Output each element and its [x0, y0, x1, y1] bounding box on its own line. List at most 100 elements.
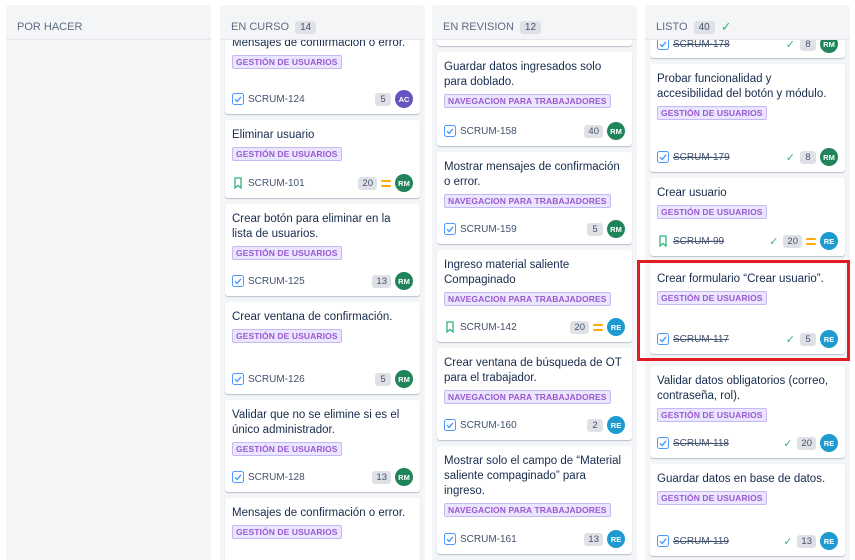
story-points: 20 — [358, 176, 377, 190]
column-header[interactable]: EN CURSO 14 — [220, 5, 425, 40]
issue-card[interactable]: Crear ventana de confirmación. GESTIÓN D… — [225, 302, 420, 394]
issue-key[interactable]: SCRUM-158 — [460, 126, 584, 137]
issue-key[interactable]: SCRUM-159 — [460, 224, 587, 235]
issue-key[interactable]: SCRUM-124 — [248, 94, 375, 105]
issue-key[interactable]: SCRUM-178 — [673, 40, 786, 50]
story-bookmark-icon — [232, 177, 244, 189]
assignee-avatar[interactable]: RE — [820, 434, 838, 452]
story-points: 20 — [783, 234, 802, 248]
task-checkbox-icon — [657, 437, 669, 449]
assignee-avatar[interactable]: RM — [607, 220, 625, 238]
story-bookmark-icon — [657, 235, 669, 247]
issue-card[interactable]: Probar funcionalidad y accesibilidad del… — [650, 64, 845, 172]
issue-card[interactable]: Mostrar mensajes de confirmación o error… — [437, 152, 632, 244]
issue-card[interactable]: Mostrar solo el campo de “Material salie… — [437, 446, 632, 554]
epic-tag: GESTIÓN DE USUARIOS — [657, 408, 767, 422]
story-points: 8 — [800, 40, 816, 51]
assignee-avatar[interactable]: RM — [820, 148, 838, 166]
issue-card[interactable]: Validar que no se elimine si es el único… — [225, 400, 420, 492]
priority-medium-icon — [381, 179, 391, 187]
issue-key[interactable]: SCRUM-126 — [248, 374, 375, 385]
assignee-avatar[interactable]: RE — [820, 330, 838, 348]
issue-title: Mensajes de confirmación o error. — [232, 507, 406, 519]
task-checkbox-icon — [657, 535, 669, 547]
issue-title: Crear ventana de confirmación. — [232, 311, 393, 323]
epic-tag: GESTIÓN DE USUARIOS — [657, 291, 767, 305]
assignee-avatar[interactable]: RE — [820, 232, 838, 250]
story-bookmark-icon — [444, 321, 456, 333]
issue-key[interactable]: SCRUM-101 — [248, 178, 358, 189]
column-en-revision: EN REVISION 12 Guardar datos ingresados … — [432, 5, 637, 560]
assignee-avatar[interactable]: RM — [395, 174, 413, 192]
done-check-icon: ✓ — [769, 235, 779, 248]
story-points: 5 — [375, 372, 391, 386]
issue-title: Validar que no se elimine si es el único… — [232, 409, 400, 436]
story-points: 2 — [587, 418, 603, 432]
issue-card[interactable]: Crear ventana de búsqueda de OT para el … — [437, 348, 632, 440]
column-title: POR HACER — [17, 21, 83, 33]
story-points: 8 — [800, 150, 816, 164]
issue-key[interactable]: SCRUM-179 — [673, 152, 786, 163]
priority-medium-icon — [593, 323, 603, 331]
epic-tag: GESTIÓN DE USUARIOS — [232, 525, 342, 539]
assignee-avatar[interactable]: AC — [395, 90, 413, 108]
assignee-avatar[interactable]: RM — [395, 370, 413, 388]
done-check-icon: ✓ — [785, 333, 795, 346]
assignee-avatar[interactable]: RE — [820, 532, 838, 550]
issue-card-selected[interactable]: Crear formulario “Crear usuario”. GESTIÓ… — [650, 264, 845, 354]
issue-title: Mostrar mensajes de confirmación o error… — [444, 161, 620, 188]
done-check-icon: ✓ — [785, 40, 795, 51]
issue-count-badge: 12 — [519, 20, 542, 34]
issue-card[interactable]: Mensajes de confirmación o error. GESTIÓ… — [225, 498, 420, 560]
issue-key[interactable]: SCRUM-161 — [460, 534, 584, 545]
story-points: 5 — [587, 222, 603, 236]
assignee-avatar[interactable]: RE — [607, 318, 625, 336]
epic-tag: NAVEGACION PARA TRABAJADORES — [444, 503, 611, 517]
task-checkbox-icon — [232, 471, 244, 483]
issue-key[interactable]: SCRUM-119 — [673, 536, 783, 547]
issue-key[interactable]: SCRUM-118 — [673, 438, 783, 449]
issue-card[interactable]: Mensajes de confirmación o error. GESTIÓ… — [225, 40, 420, 114]
issue-title: Eliminar usuario — [232, 129, 315, 141]
issue-key[interactable]: SCRUM-125 — [248, 276, 372, 287]
epic-tag: GESTIÓN DE USUARIOS — [232, 246, 342, 260]
task-checkbox-icon — [444, 125, 456, 137]
issue-title: Ingreso material saliente Compaginado — [444, 259, 570, 286]
issue-card[interactable]: Guardar datos en base de datos. GESTIÓN … — [650, 464, 845, 556]
issue-title: Mensajes de confirmación o error. — [232, 40, 406, 49]
issue-card[interactable]: Ingreso material saliente Compaginado NA… — [437, 250, 632, 342]
issue-card[interactable]: Guardar datos ingresados solo para dobla… — [437, 52, 632, 146]
column-header[interactable]: POR HACER — [6, 5, 211, 40]
column-title: EN REVISION — [443, 21, 514, 33]
issue-card-partial[interactable] — [437, 40, 632, 46]
issue-card[interactable]: Eliminar usuario GESTIÓN DE USUARIOS SCR… — [225, 120, 420, 198]
assignee-avatar[interactable]: RM — [820, 40, 838, 53]
epic-tag: GESTIÓN DE USUARIOS — [657, 106, 767, 120]
issue-card[interactable]: Crear botón para eliminar en la lista de… — [225, 204, 420, 296]
story-points: 13 — [372, 470, 391, 484]
issue-card[interactable]: Crear usuario GESTIÓN DE USUARIOS SCRUM-… — [650, 178, 845, 256]
task-checkbox-icon — [232, 275, 244, 287]
story-points: 20 — [570, 320, 589, 334]
assignee-avatar[interactable]: RM — [395, 272, 413, 290]
issue-key[interactable]: SCRUM-160 — [460, 420, 587, 431]
assignee-avatar[interactable]: RM — [607, 122, 625, 140]
issue-key[interactable]: SCRUM-99 — [673, 236, 769, 247]
issue-title: Validar datos obligatorios (correo, cont… — [657, 375, 829, 402]
assignee-avatar[interactable]: RE — [607, 530, 625, 548]
issue-card[interactable]: Validar datos obligatorios (correo, cont… — [650, 366, 845, 458]
issue-title: Crear ventana de búsqueda de OT para el … — [444, 357, 622, 384]
epic-tag: GESTIÓN DE USUARIOS — [232, 442, 342, 456]
story-points: 40 — [584, 124, 603, 138]
column-header[interactable]: EN REVISION 12 — [432, 5, 637, 40]
epic-tag: NAVEGACION PARA TRABAJADORES — [444, 94, 611, 108]
assignee-avatar[interactable]: RE — [607, 416, 625, 434]
column-header[interactable]: LISTO 40 ✓ — [645, 5, 850, 40]
issue-key[interactable]: SCRUM-117 — [673, 334, 786, 345]
issue-card[interactable]: SCRUM-178 ✓ 8 RM — [650, 40, 845, 58]
assignee-avatar[interactable]: RM — [395, 468, 413, 486]
issue-title: Crear botón para eliminar en la lista de… — [232, 213, 391, 240]
story-points: 13 — [372, 274, 391, 288]
issue-key[interactable]: SCRUM-128 — [248, 472, 372, 483]
issue-key[interactable]: SCRUM-142 — [460, 322, 570, 333]
